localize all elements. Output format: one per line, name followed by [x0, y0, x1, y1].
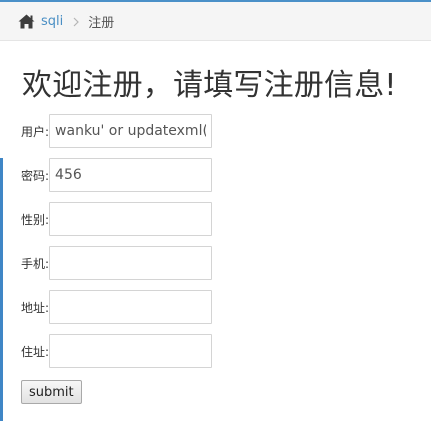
breadcrumb-current: 注册 [88, 15, 115, 31]
left-accent-bar [0, 158, 3, 421]
residence-input[interactable] [49, 334, 213, 368]
breadcrumb-link-sqli[interactable]: sqli [41, 14, 63, 29]
form-row-gender: 性别: [21, 202, 213, 236]
password-label: 密码: [21, 168, 50, 183]
gender-input[interactable] [49, 202, 213, 236]
username-label: 用户: [21, 124, 50, 139]
home-icon[interactable] [18, 14, 35, 29]
password-input[interactable] [49, 158, 213, 192]
form-row-username: 用户: [21, 114, 213, 148]
page-title: 欢迎注册，请填写注册信息! [22, 68, 397, 103]
breadcrumb: sqli 注册 [0, 2, 431, 41]
form-row-phone: 手机: [21, 246, 213, 280]
page: sqli 注册 欢迎注册，请填写注册信息! 用户: 密码: 性别: 手机: 地址… [0, 0, 431, 421]
address-input[interactable] [49, 290, 213, 324]
phone-label: 手机: [21, 256, 50, 271]
form-row-password: 密码: [21, 158, 213, 192]
username-input[interactable] [49, 114, 213, 148]
submit-button[interactable]: submit [21, 380, 82, 404]
form-row-address: 地址: [21, 290, 213, 324]
residence-label: 住址: [21, 344, 50, 359]
gender-label: 性别: [21, 212, 50, 227]
chevron-right-icon [73, 16, 80, 27]
address-label: 地址: [21, 300, 50, 315]
phone-input[interactable] [49, 246, 213, 280]
form-row-residence: 住址: [21, 334, 213, 368]
